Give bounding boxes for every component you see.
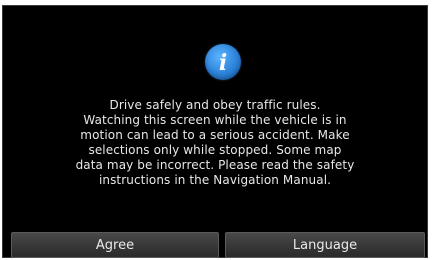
info-icon-glyph: i [218, 50, 228, 76]
language-button[interactable]: Language [225, 232, 425, 258]
button-row: Agree Language [11, 232, 425, 258]
info-icon: i [205, 44, 241, 80]
agree-button[interactable]: Agree [11, 232, 219, 258]
safety-message: Drive safely and obey traffic rules. Wat… [75, 98, 355, 187]
warning-screen: i Drive safely and obey traffic rules. W… [3, 6, 427, 258]
